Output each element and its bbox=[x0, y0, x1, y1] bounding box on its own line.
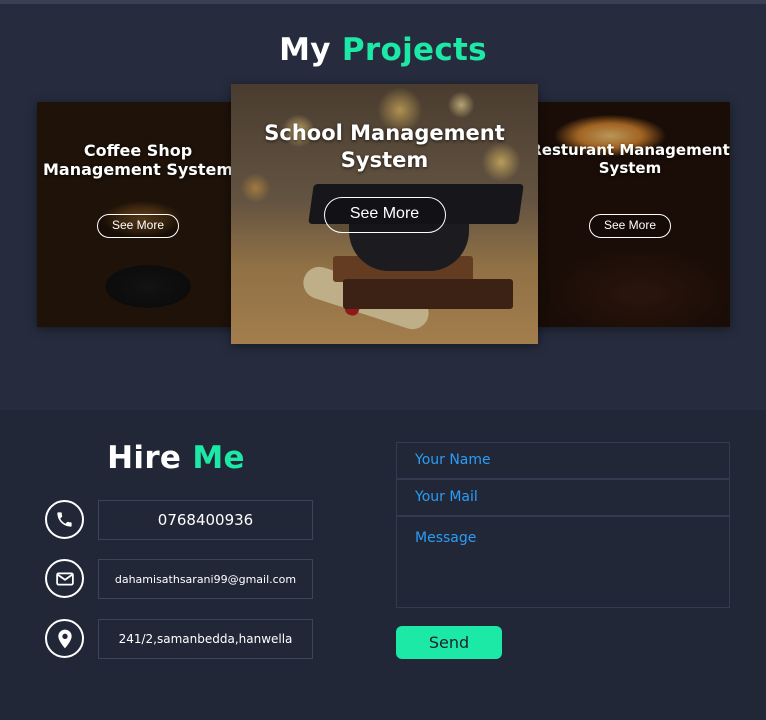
hire-heading: Hire Me bbox=[0, 440, 352, 476]
hire-heading-word2: Me bbox=[192, 440, 245, 476]
location-icon bbox=[45, 619, 84, 658]
projects-heading-word2: Projects bbox=[341, 32, 487, 68]
email-field[interactable]: Your Mail bbox=[396, 479, 730, 516]
project-card-coffee-shop: Coffee Shop Management System See More bbox=[37, 102, 239, 327]
address: 241/2,samanbedda,hanwella bbox=[98, 619, 313, 659]
project-card-restaurant: Resturant Management System See More bbox=[530, 102, 730, 327]
hire-heading-word1: Hire bbox=[107, 440, 182, 476]
see-more-button[interactable]: See More bbox=[97, 214, 179, 238]
name-field[interactable]: Your Name bbox=[396, 442, 730, 479]
project-card-title: Coffee Shop Management System bbox=[43, 141, 233, 179]
hire-section: Hire Me 0768400936 dahamisathsarani99@gm… bbox=[0, 410, 766, 720]
message-field[interactable]: Message bbox=[396, 516, 730, 608]
see-more-button[interactable]: See More bbox=[589, 214, 671, 238]
phone-number: 0768400936 bbox=[98, 500, 313, 540]
phone-icon bbox=[45, 500, 84, 539]
mail-icon bbox=[45, 559, 84, 598]
see-more-button[interactable]: See More bbox=[323, 197, 446, 233]
projects-heading: My Projects bbox=[0, 32, 766, 68]
projects-heading-word1: My bbox=[279, 32, 331, 68]
email-address: dahamisathsarani99@gmail.com bbox=[98, 559, 313, 599]
project-card-school: School Management System See More bbox=[231, 84, 538, 344]
projects-section: My Projects Coffee Shop Management Syste… bbox=[0, 4, 766, 410]
send-button[interactable]: Send bbox=[396, 626, 502, 659]
project-card-title: Resturant Management System bbox=[530, 141, 730, 177]
project-card-title: School Management System bbox=[264, 121, 505, 173]
